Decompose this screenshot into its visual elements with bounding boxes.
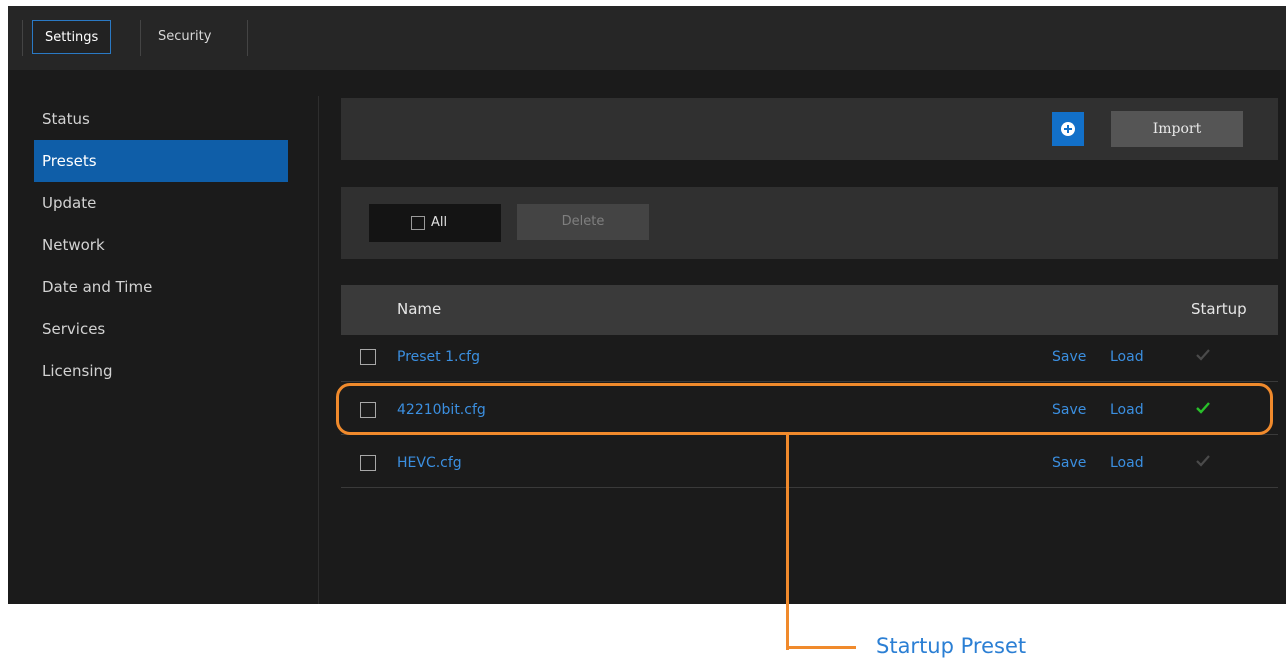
callout-connector [786,435,789,650]
app-window: Settings Security Status Presets Update … [8,6,1286,604]
sidebar-item-presets[interactable]: Presets [34,140,288,182]
import-button[interactable]: Import [1111,111,1243,147]
selection-toolbar: All Delete [341,187,1278,259]
preset-name-link[interactable]: Preset 1.cfg [397,349,480,365]
delete-button[interactable]: Delete [517,204,649,240]
callout-highlight-box [336,383,1273,435]
tab-settings[interactable]: Settings [32,20,112,54]
sidebar-item-licensing[interactable]: Licensing [34,350,288,392]
row-divider [341,381,1278,382]
load-link[interactable]: Load [1110,455,1144,471]
row-divider [341,487,1278,488]
callout-connector [786,646,856,649]
save-link[interactable]: Save [1052,349,1086,365]
row-checkbox[interactable] [360,455,376,471]
tab-divider [247,20,248,56]
select-all-checkbox[interactable] [411,216,425,230]
load-link[interactable]: Load [1110,349,1144,365]
tab-security[interactable]: Security [146,20,223,54]
sidebar-item-status[interactable]: Status [34,98,288,140]
sidebar-item-services[interactable]: Services [34,308,288,350]
sidebar: Status Presets Update Network Date and T… [8,70,318,604]
sidebar-item-date-and-time[interactable]: Date and Time [34,266,288,308]
save-link[interactable]: Save [1052,455,1086,471]
sidebar-item-network[interactable]: Network [34,224,288,266]
row-checkbox[interactable] [360,349,376,365]
startup-checkmark-icon[interactable] [1195,453,1211,469]
plus-circle-icon [1061,122,1075,136]
top-tab-bar: Settings Security [8,6,1286,70]
column-header-name[interactable]: Name [397,300,441,318]
presets-table-header: Name Startup [341,285,1278,335]
select-all-label: All [431,215,448,230]
tab-divider [140,20,141,56]
startup-checkmark-icon[interactable] [1195,347,1211,363]
callout-label: Startup Preset [876,634,1027,658]
sidebar-item-update[interactable]: Update [34,182,288,224]
preset-name-link[interactable]: HEVC.cfg [397,455,462,471]
select-all-control[interactable]: All [369,204,501,242]
add-preset-button[interactable] [1052,112,1084,146]
sidebar-divider [318,96,319,604]
tab-divider [22,20,23,56]
column-header-startup[interactable]: Startup [1191,300,1247,318]
preset-toolbar: Import [341,98,1278,160]
